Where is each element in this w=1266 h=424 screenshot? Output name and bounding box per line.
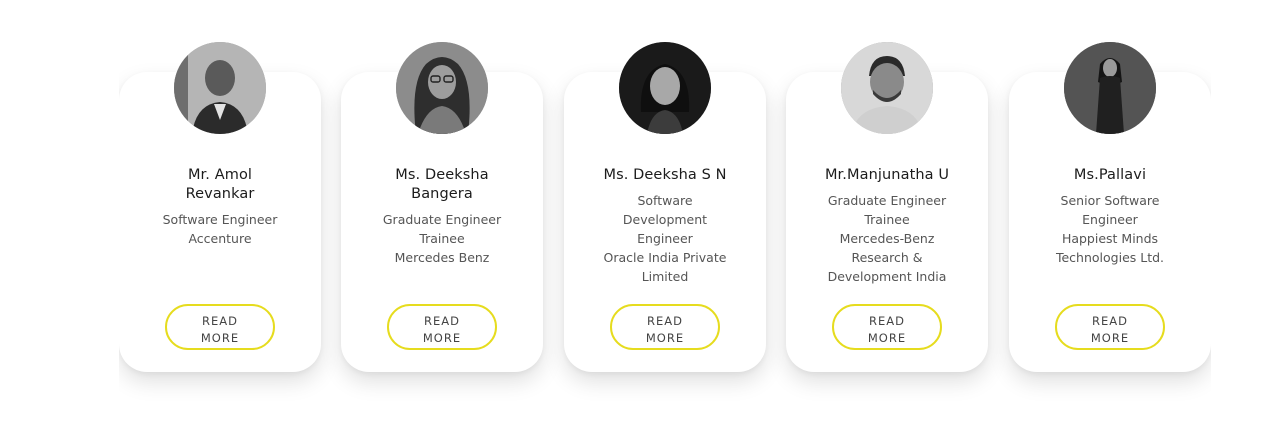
avatar-photo [396,42,488,134]
testimonial-card: Ms. Deeksha S N Software Development Eng… [564,42,766,372]
avatar-photo [1064,42,1156,134]
person-role: Senior Software Engineer Happiest Minds … [1055,193,1165,265]
person-role: Graduate Engineer Trainee Mercedes-Benz … [827,193,947,284]
testimonial-card: Ms. Deeksha Bangera Graduate Engineer Tr… [341,42,543,372]
read-more-button[interactable]: READ MORE [387,304,497,350]
read-more-button[interactable]: READ MORE [1055,304,1165,350]
testimonial-card: Ms.Pallavi Senior Software Engineer Happ… [1009,42,1211,372]
person-name: Mr.Manjunatha U [824,167,950,183]
avatar-photo [841,42,933,134]
read-more-button[interactable]: READ MORE [610,304,720,350]
testimonial-carousel: Mr. Amol Revankar Software Engineer Acce… [119,0,1211,424]
person-role: Software Engineer Accenture [162,212,278,246]
testimonial-card: Mr. Amol Revankar Software Engineer Acce… [119,42,321,372]
read-more-button[interactable]: READ MORE [832,304,942,350]
person-role: Graduate Engineer Trainee Mercedes Benz [382,212,502,265]
avatar-photo [619,42,711,134]
person-role: Software Development Engineer Oracle Ind… [603,193,727,284]
read-more-button[interactable]: READ MORE [165,304,275,350]
person-name: Ms. Deeksha Bangera [395,167,489,202]
testimonial-card: Mr.Manjunatha U Graduate Engineer Traine… [786,42,988,372]
person-name: Ms.Pallavi [1073,167,1147,183]
avatar-photo [174,42,266,134]
person-name: Mr. Amol Revankar [185,167,255,202]
person-name: Ms. Deeksha S N [603,167,727,183]
